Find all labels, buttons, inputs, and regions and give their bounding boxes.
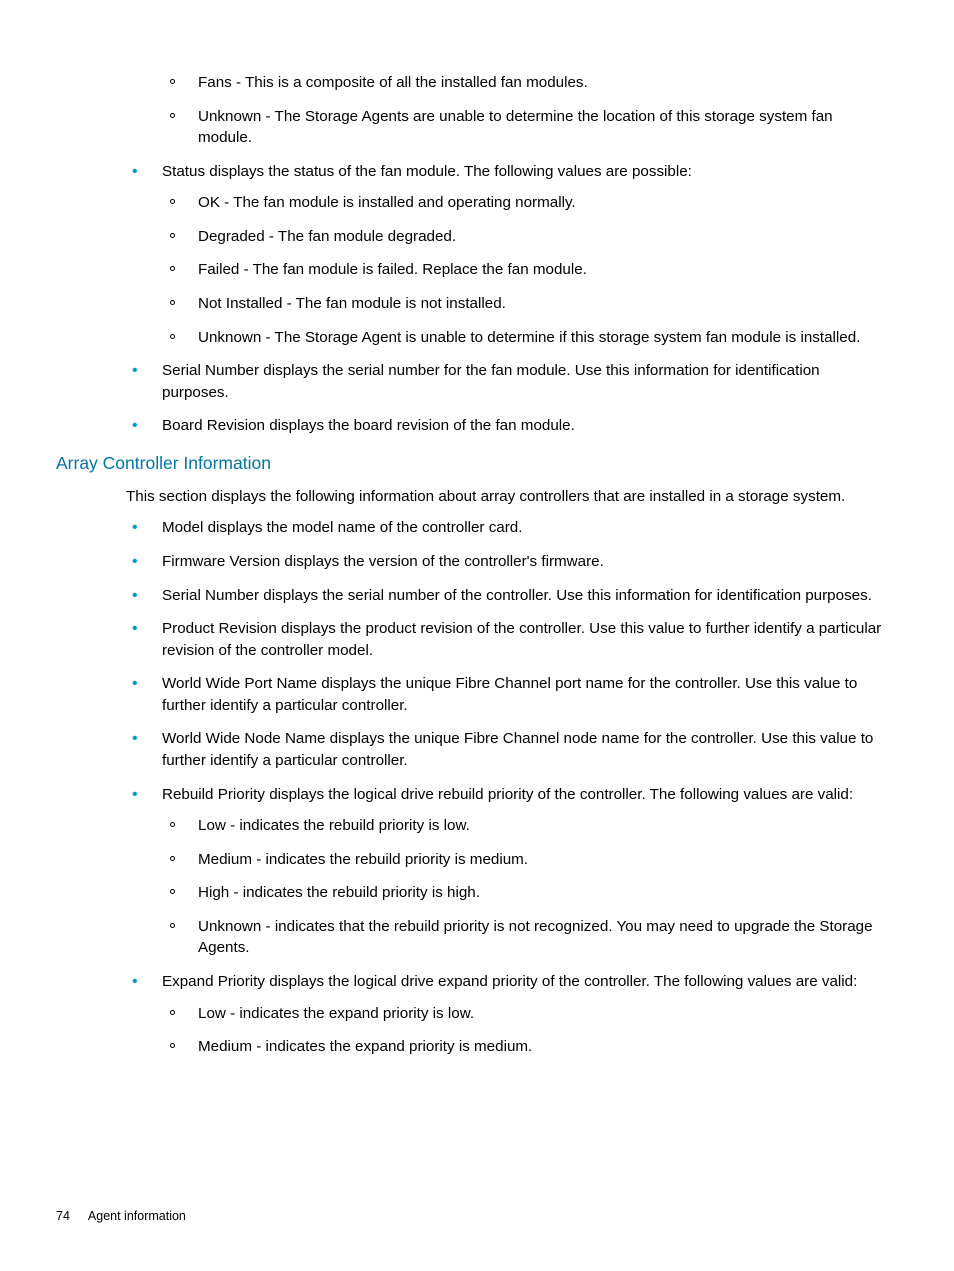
- text: High - indicates the rebuild priority is…: [198, 884, 480, 901]
- section2-content: This section displays the following info…: [56, 486, 898, 1058]
- list-item: Unknown - The Storage Agent is unable to…: [162, 327, 888, 349]
- text: Not Installed - The fan module is not in…: [198, 295, 506, 312]
- intro-paragraph: This section displays the following info…: [126, 486, 888, 508]
- list-item: Fans - This is a composite of all the in…: [162, 72, 888, 94]
- text: World Wide Port Name displays the unique…: [162, 675, 857, 714]
- text: Failed - The fan module is failed. Repla…: [198, 261, 587, 278]
- pre-sub-list: Fans - This is a composite of all the in…: [162, 72, 888, 149]
- list-item: Status displays the status of the fan mo…: [126, 161, 888, 348]
- text: Firmware Version displays the version of…: [162, 553, 604, 570]
- page-footer: 74 Agent information: [56, 1208, 186, 1226]
- text: Product Revision displays the product re…: [162, 620, 881, 659]
- list-item: Medium - indicates the expand priority i…: [162, 1036, 888, 1058]
- text: Medium - indicates the rebuild priority …: [198, 851, 528, 868]
- text: Low - indicates the rebuild priority is …: [198, 817, 470, 834]
- list-item: World Wide Node Name displays the unique…: [126, 728, 888, 771]
- list-item: Firmware Version displays the version of…: [126, 551, 888, 573]
- text: Serial Number displays the serial number…: [162, 587, 872, 604]
- list-item: Unknown - indicates that the rebuild pri…: [162, 916, 888, 959]
- list-item: World Wide Port Name displays the unique…: [126, 673, 888, 716]
- text: Low - indicates the expand priority is l…: [198, 1005, 474, 1022]
- page-number: 74: [56, 1209, 70, 1223]
- text: Model displays the model name of the con…: [162, 519, 522, 536]
- list-item: Rebuild Priority displays the logical dr…: [126, 784, 888, 959]
- list-item: Product Revision displays the product re…: [126, 618, 888, 661]
- text: Medium - indicates the expand priority i…: [198, 1038, 532, 1055]
- list-item: Serial Number displays the serial number…: [126, 585, 888, 607]
- list-item: Expand Priority displays the logical dri…: [126, 971, 888, 1058]
- list-item: Low - indicates the rebuild priority is …: [162, 815, 888, 837]
- text: Expand Priority displays the logical dri…: [162, 973, 857, 990]
- list-item: Low - indicates the expand priority is l…: [162, 1003, 888, 1025]
- list-item: Failed - The fan module is failed. Repla…: [162, 259, 888, 281]
- text: Board Revision displays the board revisi…: [162, 417, 575, 434]
- content-area: Fans - This is a composite of all the in…: [56, 72, 898, 437]
- list-item: Unknown - The Storage Agents are unable …: [162, 106, 888, 149]
- list-item: High - indicates the rebuild priority is…: [162, 882, 888, 904]
- text: Status displays the status of the fan mo…: [162, 163, 692, 180]
- text: Unknown - The Storage Agents are unable …: [198, 108, 833, 147]
- text: Unknown - indicates that the rebuild pri…: [198, 918, 873, 957]
- section-heading: Array Controller Information: [56, 451, 898, 476]
- list-item: Degraded - The fan module degraded.: [162, 226, 888, 248]
- text: Unknown - The Storage Agent is unable to…: [198, 329, 860, 346]
- page: Fans - This is a composite of all the in…: [0, 0, 954, 1271]
- section2-bullets: Model displays the model name of the con…: [126, 517, 888, 1057]
- sub-list: OK - The fan module is installed and ope…: [162, 192, 888, 348]
- text: Fans - This is a composite of all the in…: [198, 74, 588, 91]
- section1-bullets: Status displays the status of the fan mo…: [126, 161, 888, 437]
- sub-list: Low - indicates the rebuild priority is …: [162, 815, 888, 959]
- text: Serial Number displays the serial number…: [162, 362, 820, 401]
- text: Rebuild Priority displays the logical dr…: [162, 786, 853, 803]
- list-item: OK - The fan module is installed and ope…: [162, 192, 888, 214]
- text: World Wide Node Name displays the unique…: [162, 730, 873, 769]
- sub-list: Low - indicates the expand priority is l…: [162, 1003, 888, 1058]
- list-item: Board Revision displays the board revisi…: [126, 415, 888, 437]
- text: OK - The fan module is installed and ope…: [198, 194, 576, 211]
- list-item: Not Installed - The fan module is not in…: [162, 293, 888, 315]
- footer-title: Agent information: [88, 1209, 186, 1223]
- list-item: Model displays the model name of the con…: [126, 517, 888, 539]
- text: Degraded - The fan module degraded.: [198, 228, 456, 245]
- list-item: Serial Number displays the serial number…: [126, 360, 888, 403]
- list-item: Medium - indicates the rebuild priority …: [162, 849, 888, 871]
